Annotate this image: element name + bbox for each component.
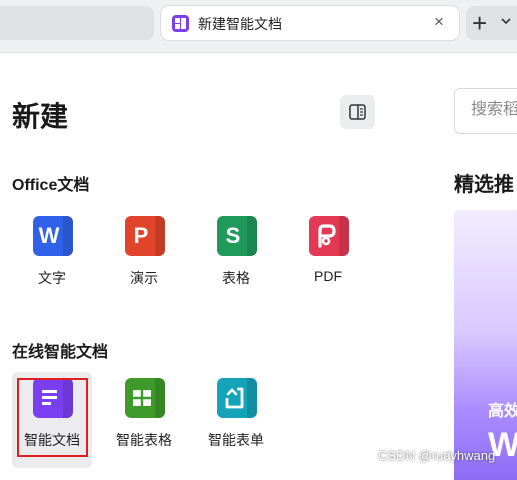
new-smart-form-button[interactable]: 智能表单 (196, 372, 276, 468)
tile-label: 智能表单 (208, 432, 264, 448)
tile-label: PDF (314, 268, 342, 284)
banner-text: 高效 (488, 403, 517, 420)
search-box[interactable] (454, 88, 517, 134)
tab-active[interactable]: 新建智能文档 × (161, 6, 459, 40)
sidebar-layout-icon (349, 104, 366, 120)
selection-highlight (17, 378, 88, 457)
new-smart-sheet-button[interactable]: 智能表格 (104, 372, 184, 468)
smart-sheet-icon (125, 378, 165, 418)
tab-bar: 新建智能文档 × + (0, 0, 517, 53)
featured-title: 精选推 (454, 174, 514, 196)
chevron-down-icon[interactable] (501, 16, 511, 28)
pdf-icon (309, 216, 349, 256)
new-tab-button[interactable]: + (466, 6, 517, 40)
new-word-doc-button[interactable]: W 文字 (12, 210, 92, 306)
new-pdf-button[interactable]: PDF (288, 210, 368, 306)
smart-form-icon (217, 378, 257, 418)
search-input[interactable] (469, 100, 517, 120)
tile-label: 演示 (130, 270, 158, 286)
online-section-title: 在线智能文档 (12, 344, 109, 361)
tile-label: 文字 (38, 270, 66, 286)
tile-label: 智能表格 (116, 432, 172, 448)
watermark: CSDN @rudyhwang (378, 448, 496, 463)
new-spreadsheet-button[interactable]: S 表格 (196, 210, 276, 306)
new-presentation-button[interactable]: P 演示 (104, 210, 184, 306)
tab-title: 新建智能文档 (198, 16, 282, 32)
page-title: 新建 (12, 101, 69, 132)
tile-label: 表格 (222, 270, 250, 286)
layout-toggle-button[interactable] (340, 95, 375, 129)
smart-document-tab-icon (172, 15, 189, 32)
presentation-icon: P (125, 216, 165, 256)
word-icon: W (33, 216, 73, 256)
close-icon[interactable]: × (429, 12, 449, 32)
office-section-title: Office文档 (12, 177, 90, 194)
spreadsheet-icon: S (217, 216, 257, 256)
plus-icon: + (472, 8, 488, 38)
tab-previous[interactable] (0, 6, 154, 40)
